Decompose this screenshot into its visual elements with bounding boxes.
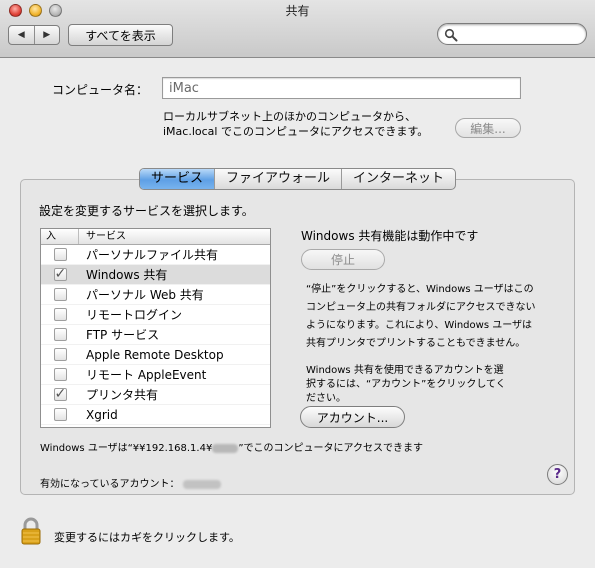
checkmark-icon: ✓ [54, 266, 67, 282]
table-row[interactable]: Apple Remote Desktop [41, 345, 270, 365]
table-row[interactable]: パーソナルファイル共有 [41, 245, 270, 265]
back-forward-control: ◀ ▶ [8, 25, 60, 45]
service-checkbox[interactable] [53, 408, 67, 421]
tab-services[interactable]: サービス [140, 169, 215, 189]
table-row[interactable]: ✓ プリンタ共有 [41, 385, 270, 405]
forward-button[interactable]: ▶ [33, 26, 60, 44]
forward-arrow-icon: ▶ [43, 30, 51, 40]
tab-bar: サービス ファイアウォール インターネット [139, 168, 457, 190]
back-arrow-icon: ◀ [17, 30, 25, 40]
preferences-window: 共有 ◀ ▶ すべてを表示 コンピュータ名： iMac ローカルサブネット上のほ… [0, 0, 595, 568]
edit-button[interactable]: 編集... [455, 118, 521, 138]
stop-description-line: “停止”をクリックすると、Windows ユーザはこの [306, 284, 534, 295]
service-name: リモートログイン [86, 308, 183, 322]
service-checkbox[interactable] [53, 348, 67, 361]
stop-button[interactable]: 停止 [301, 249, 385, 270]
computer-name-address: iMac.local でこのコンピュータにアクセスできます。 [163, 125, 429, 138]
table-row[interactable]: パーソナル Web 共有 [41, 285, 270, 305]
service-name: プリンタ共有 [86, 388, 159, 402]
lock-hint: 変更するにはカギをクリックします。 [54, 531, 240, 544]
table-row[interactable]: FTP サービス [41, 325, 270, 345]
table-row[interactable]: リモートログイン [41, 305, 270, 325]
search-field[interactable] [437, 23, 587, 45]
tab-firewall[interactable]: ファイアウォール [214, 169, 341, 189]
search-icon [444, 28, 458, 42]
help-button[interactable]: ? [547, 464, 568, 485]
services-prompt: 設定を変更するサービスを選択します。 [39, 204, 254, 218]
computer-name-field[interactable]: iMac [162, 77, 521, 99]
service-checkbox[interactable] [53, 368, 67, 381]
service-name: パーソナル Web 共有 [86, 288, 204, 302]
stop-description-line: ようになります。これにより、Windows ユーザは [306, 320, 533, 331]
enabled-accounts-label: 有効になっているアカウント： [40, 479, 180, 490]
windows-address-prefix: Windows ユーザは“¥¥192.168.1.4¥ [40, 443, 213, 454]
on-column-header[interactable]: 入 [41, 229, 79, 244]
windows-address-suffix: ”でこのコンピュータにアクセスできます [238, 443, 424, 454]
stop-description-line: 共有プリンタでプリントすることもできません。 [306, 338, 526, 349]
service-name: Xgrid [86, 407, 118, 422]
table-row[interactable]: Xgrid [41, 405, 270, 425]
toolbar: 共有 ◀ ▶ すべてを表示 [0, 0, 595, 58]
redacted-accounts [182, 479, 221, 489]
service-checkbox[interactable] [53, 328, 67, 341]
service-status-title: Windows 共有機能は動作中です [301, 229, 479, 243]
accounts-button[interactable]: アカウント... [300, 406, 405, 428]
table-row[interactable]: ✓ Windows 共有 [41, 265, 270, 285]
computer-name-description: ローカルサブネット上のほかのコンピュータから、 [163, 110, 416, 123]
stop-description-line: コンピュータ上の共有フォルダにアクセスできない [306, 302, 536, 313]
table-header: 入 サービス [41, 229, 270, 245]
service-checkbox[interactable]: ✓ [53, 266, 67, 282]
windows-address-line: Windows ユーザは“¥¥192.168.1.4¥ ”でこのコンピュータにアク… [40, 439, 423, 454]
show-all-button[interactable]: すべてを表示 [68, 24, 173, 46]
service-checkbox[interactable] [53, 308, 67, 321]
back-button[interactable]: ◀ [9, 26, 34, 44]
help-icon: ? [553, 467, 562, 482]
services-table[interactable]: 入 サービス パーソナルファイル共有 ✓ Windows 共有 パーソナル We… [40, 228, 271, 428]
service-name: パーソナルファイル共有 [86, 248, 219, 262]
service-name: FTP サービス [86, 328, 160, 342]
computer-name-label: コンピュータ名： [52, 83, 149, 97]
service-name: Apple Remote Desktop [86, 347, 224, 362]
lock-icon[interactable] [20, 516, 42, 546]
enabled-accounts-line: 有効になっているアカウント： [40, 475, 221, 490]
service-checkbox[interactable] [53, 288, 67, 301]
service-checkbox[interactable]: ✓ [53, 386, 67, 402]
service-column-header[interactable]: サービス [79, 229, 126, 244]
redacted-username [212, 443, 239, 453]
checkmark-icon: ✓ [54, 386, 67, 402]
service-name: リモート AppleEvent [86, 368, 207, 382]
service-name: Windows 共有 [86, 268, 168, 282]
table-row[interactable]: リモート AppleEvent [41, 365, 270, 385]
tab-internet[interactable]: インターネット [341, 169, 455, 189]
service-checkbox[interactable] [53, 248, 67, 261]
window-title: 共有 [285, 4, 310, 18]
